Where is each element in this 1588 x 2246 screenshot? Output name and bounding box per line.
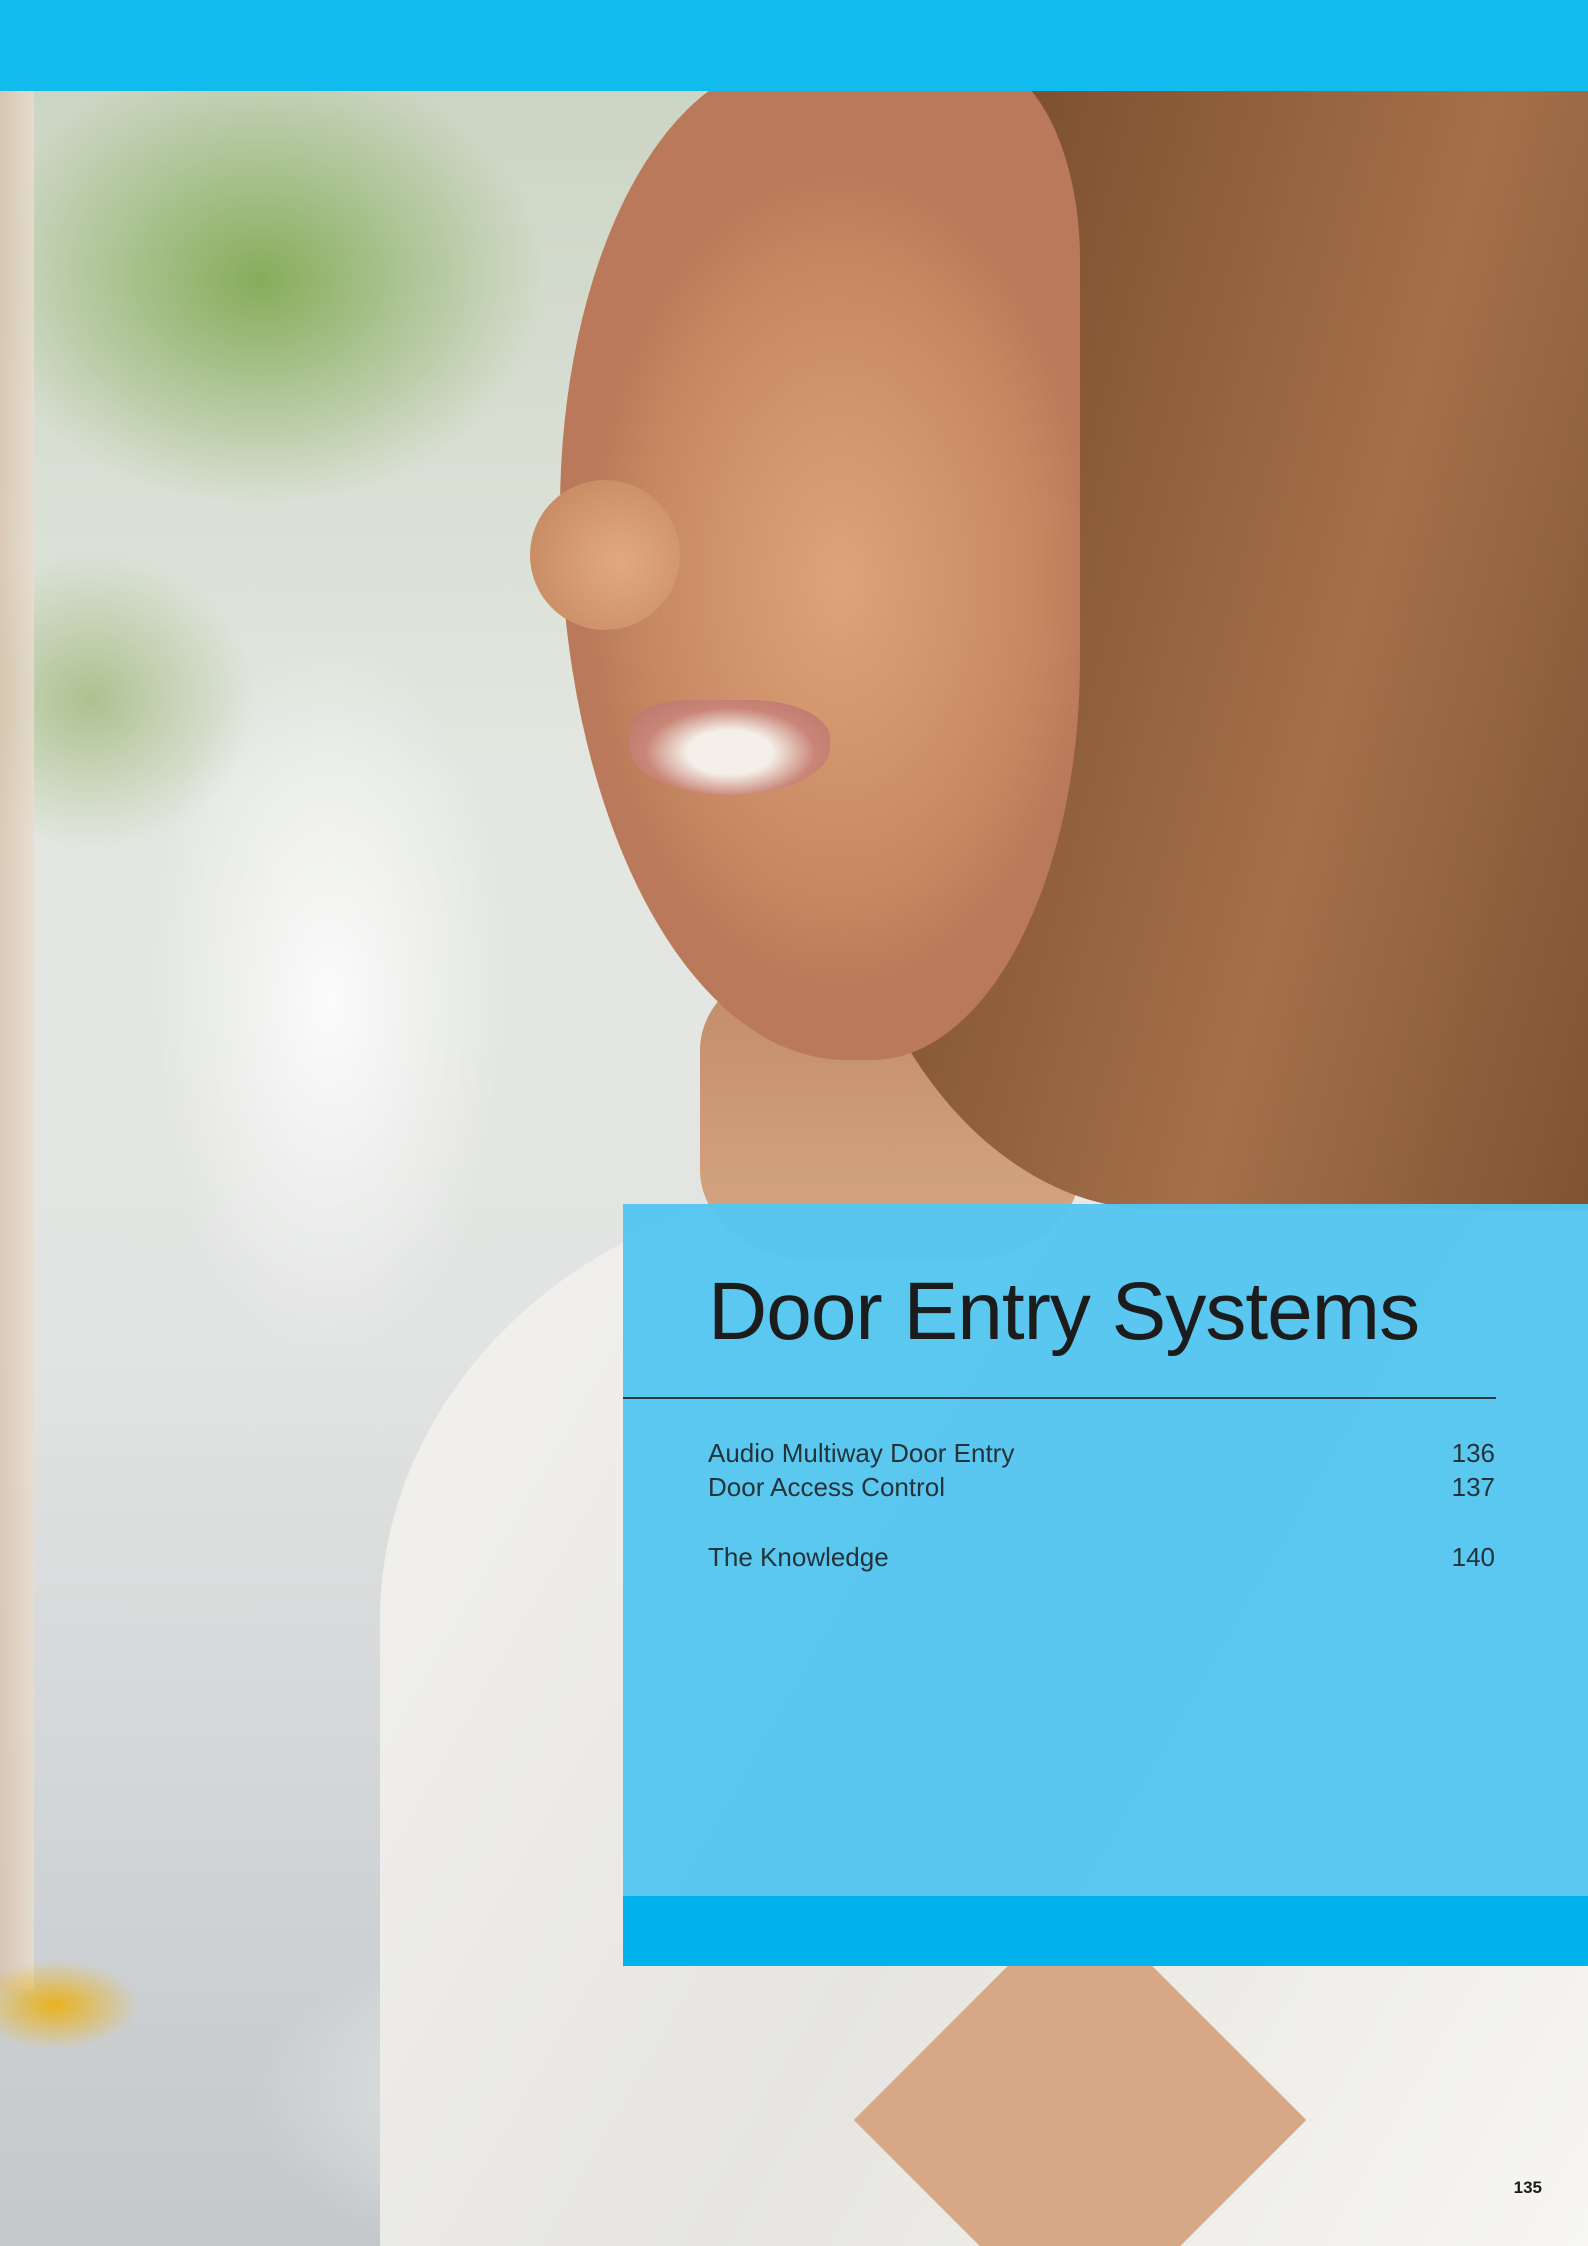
panel-footer-bar bbox=[623, 1896, 1588, 1966]
toc-entry[interactable]: Audio Multiway Door Entry 136 bbox=[708, 1436, 1495, 1470]
toc-entry-page: 140 bbox=[1451, 1542, 1495, 1572]
nose bbox=[530, 480, 680, 630]
yellow-flower bbox=[0, 1960, 140, 2050]
toc-entry-label: Door Access Control bbox=[708, 1472, 945, 1502]
toc-entry-label: The Knowledge bbox=[708, 1542, 889, 1572]
toc-entry-page: 136 bbox=[1451, 1438, 1495, 1468]
section-title: Door Entry Systems bbox=[708, 1266, 1420, 1357]
top-color-bar bbox=[0, 0, 1588, 91]
toc-entry[interactable]: Door Access Control 137 bbox=[708, 1470, 1495, 1504]
toc-entry-page: 137 bbox=[1451, 1472, 1495, 1502]
background-pole bbox=[0, 90, 34, 1990]
title-divider bbox=[623, 1397, 1496, 1399]
toc-entry-label: Audio Multiway Door Entry bbox=[708, 1438, 1015, 1468]
smile bbox=[630, 700, 830, 795]
table-of-contents: Audio Multiway Door Entry 136 Door Acces… bbox=[708, 1436, 1495, 1574]
toc-entry[interactable]: The Knowledge 140 bbox=[708, 1540, 1495, 1574]
page-number: 135 bbox=[1513, 2178, 1542, 2197]
